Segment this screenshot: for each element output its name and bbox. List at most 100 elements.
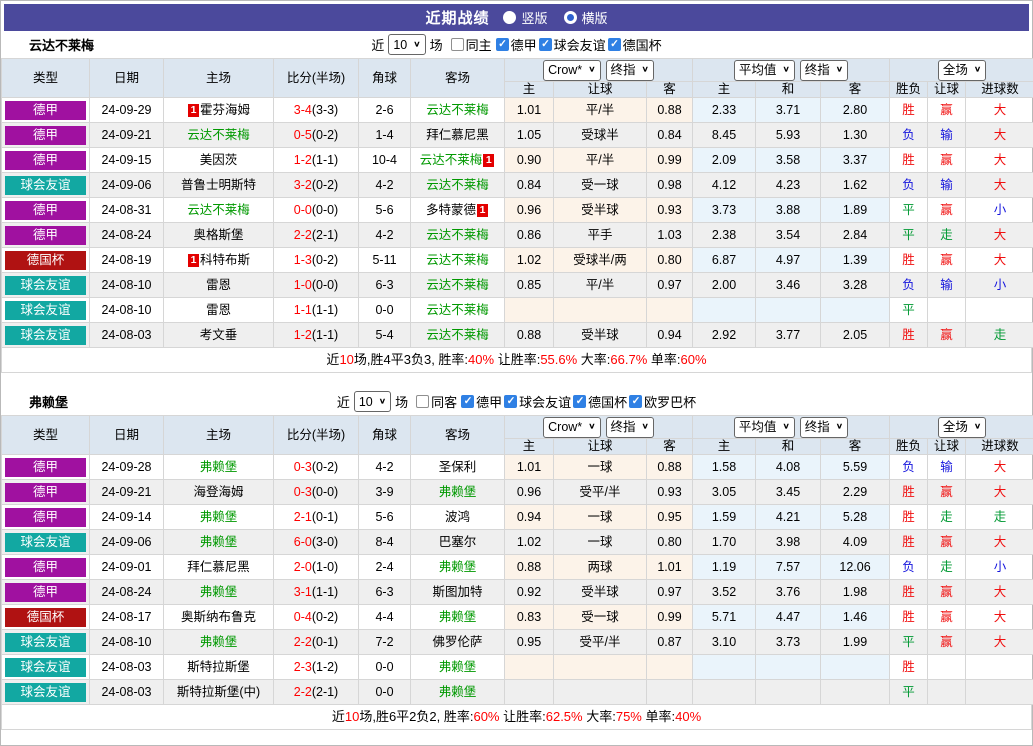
same-venue-checkbox[interactable]: 同主 [451,35,492,54]
average-select[interactable]: 平均值∨ [734,60,795,81]
corners-cell: 1-4 [359,123,411,148]
league-filter-checkbox[interactable]: 德国杯 [608,35,662,54]
league-filter-checkbox[interactable]: 德国杯 [573,392,627,411]
away-team-name[interactable]: 波鸿 [445,510,470,524]
checkbox-icon[interactable] [573,395,586,408]
same-venue-checkbox[interactable]: 同客 [416,392,457,411]
bookmaker-select[interactable]: Crow*∨ [543,417,600,438]
avg-draw-cell: 4.23 [756,173,821,198]
away-team-name[interactable]: 拜仁慕尼黑 [426,128,489,142]
away-team-name[interactable]: 弗赖堡 [439,660,477,674]
home-odds-cell [505,298,554,323]
league-badge: 球会友谊 [5,326,86,345]
average-stage-select[interactable]: 终指∨ [800,60,848,81]
away-team-name[interactable]: 多特蒙德 [426,203,476,217]
checkbox-icon[interactable] [416,395,429,408]
bookmaker-select[interactable]: Crow*∨ [543,60,600,81]
away-team-name[interactable]: 云达不莱梅 [426,228,489,242]
avg-home-cell: 2.00 [693,273,756,298]
home-team-name[interactable]: 普鲁士明斯特 [181,178,256,192]
away-team-name[interactable]: 云达不莱梅 [426,253,489,267]
home-team-name[interactable]: 科特布斯 [200,253,250,267]
checkbox-icon[interactable] [539,38,552,51]
checkbox-icon[interactable] [629,395,642,408]
handicap-cell: 受一球 [554,173,647,198]
avg-draw-cell [756,298,821,323]
checkbox-icon[interactable] [451,38,464,51]
match-row: 德甲 24-08-31 云达不莱梅 0-0(0-0) 5-6 多特蒙德1 0.9… [2,198,1033,223]
average-stage-select[interactable]: 终指∨ [800,417,848,438]
odds-stage-select[interactable]: 终指∨ [606,60,654,81]
home-team-name[interactable]: 弗赖堡 [200,585,238,599]
home-odds-cell: 0.86 [505,223,554,248]
home-team-name[interactable]: 雷恩 [206,278,231,292]
avg-home-cell [693,655,756,680]
checkbox-icon[interactable] [461,395,474,408]
home-team-name[interactable]: 弗赖堡 [200,510,238,524]
average-select[interactable]: 平均值∨ [734,417,795,438]
away-team-name[interactable]: 云达不莱梅 [426,278,489,292]
away-team-name[interactable]: 弗赖堡 [439,560,477,574]
away-team-name[interactable]: 圣保利 [439,460,477,474]
home-team-name[interactable]: 弗赖堡 [200,535,238,549]
home-team-name[interactable]: 拜仁慕尼黑 [187,560,250,574]
away-team-name[interactable]: 云达不莱梅 [426,328,489,342]
away-team-name[interactable]: 云达不莱梅 [426,303,489,317]
away-team-name[interactable]: 巴塞尔 [439,535,477,549]
odds-stage-select[interactable]: 终指∨ [606,417,654,438]
home-team-name[interactable]: 海登海姆 [193,485,243,499]
radio-selected-icon[interactable] [503,11,516,24]
league-filter-checkbox[interactable]: 德甲 [461,392,502,411]
home-team-name[interactable]: 霍芬海姆 [200,103,250,117]
away-team-name[interactable]: 弗赖堡 [439,685,477,699]
away-team-cell: 云达不莱梅 [411,98,505,123]
handicap-cell: 受半球 [554,198,647,223]
home-team-name[interactable]: 雷恩 [206,303,231,317]
home-odds-cell: 0.88 [505,555,554,580]
away-team-name[interactable]: 云达不莱梅 [426,103,489,117]
match-row: 德甲 24-08-24 弗赖堡 3-1(1-1) 6-3 斯图加特 0.92 受… [2,580,1033,605]
result-cell: 平 [890,198,928,223]
checkbox-icon[interactable] [608,38,621,51]
period-select[interactable]: 全场∨ [938,60,986,81]
away-team-name[interactable]: 弗赖堡 [439,610,477,624]
home-team-name[interactable]: 考文垂 [200,328,238,342]
checkbox-icon[interactable] [504,395,517,408]
home-team-name[interactable]: 云达不莱梅 [187,128,250,142]
away-team-name[interactable]: 弗赖堡 [439,485,477,499]
results-table: 类型 日期 主场 比分(半场) 角球 客场 Crow*∨ 终指∨ 平均值 [1,58,1033,348]
home-team-name[interactable]: 云达不莱梅 [187,203,250,217]
match-date: 24-08-03 [90,680,164,705]
score-cell: 1-1(1-1) [274,298,359,323]
home-team-name[interactable]: 斯特拉斯堡(中) [177,685,260,699]
match-date: 24-08-10 [90,273,164,298]
away-team-name[interactable]: 云达不莱梅 [420,153,483,167]
score-cell: 0-3(0-0) [274,480,359,505]
radio-option-horizontal[interactable]: 横版 [564,8,608,27]
radio-unselected-icon[interactable] [564,11,577,24]
home-odds-cell: 1.05 [505,123,554,148]
away-team-name[interactable]: 佛罗伦萨 [432,635,482,649]
period-select[interactable]: 全场∨ [938,417,986,438]
away-team-name[interactable]: 斯图加特 [432,585,482,599]
home-team-name[interactable]: 弗赖堡 [200,460,238,474]
halftime-score: (0-2) [312,610,338,624]
league-filter-checkbox[interactable]: 球会友谊 [504,392,571,411]
match-count-select[interactable]: 10∨ [388,34,425,55]
league-filter-checkbox[interactable]: 球会友谊 [539,35,606,54]
league-filter-checkbox[interactable]: 欧罗巴杯 [629,392,696,411]
match-count-select[interactable]: 10∨ [354,391,391,412]
handicap-result-cell: 输 [928,173,966,198]
checkbox-icon[interactable] [496,38,509,51]
radio-option-vertical[interactable]: 竖版 [503,8,547,27]
summary-text: 单率: [647,352,680,367]
home-team-name[interactable]: 奥斯纳布鲁克 [181,610,256,624]
home-team-name[interactable]: 斯特拉斯堡 [187,660,250,674]
home-team-name[interactable]: 弗赖堡 [200,635,238,649]
avg-home-cell: 3.10 [693,630,756,655]
home-team-name[interactable]: 奥格斯堡 [193,228,243,242]
league-filter-checkbox[interactable]: 德甲 [496,35,537,54]
handicap-result-cell: 走 [928,505,966,530]
away-team-name[interactable]: 云达不莱梅 [426,178,489,192]
home-team-name[interactable]: 美因茨 [200,153,238,167]
